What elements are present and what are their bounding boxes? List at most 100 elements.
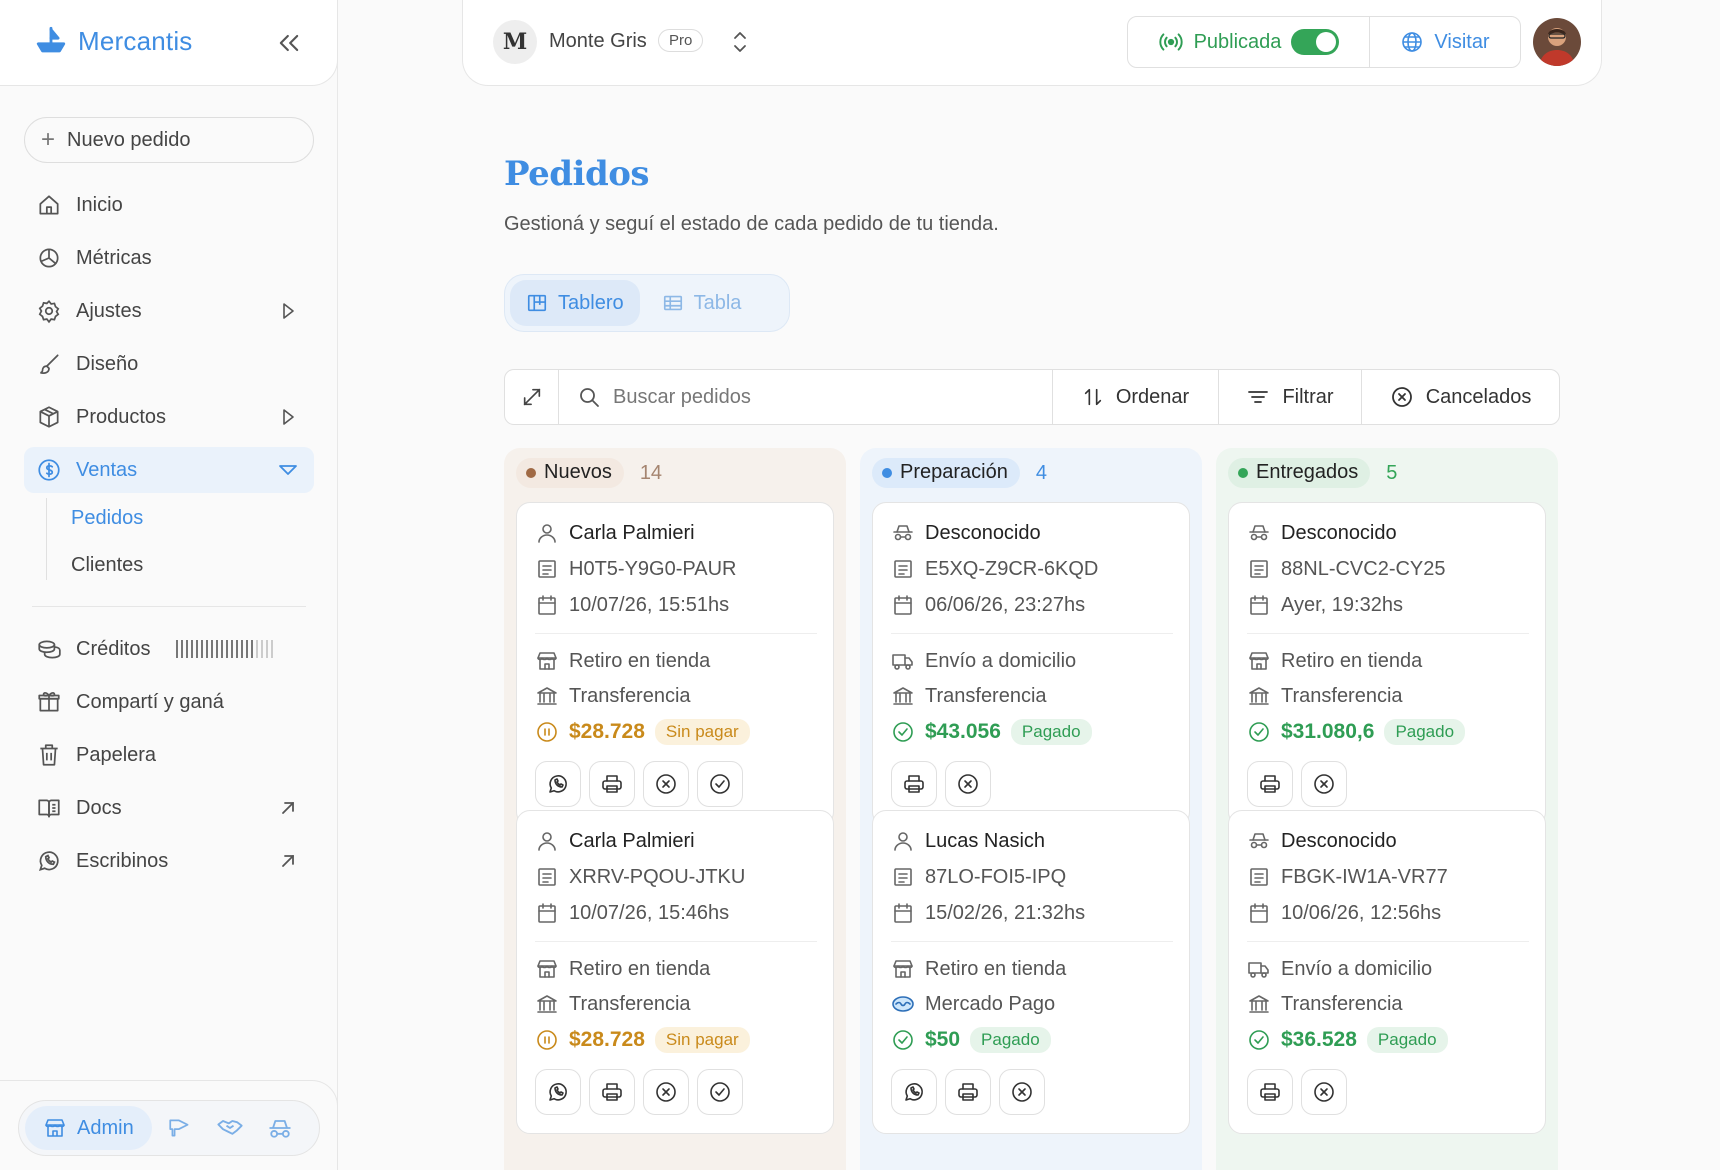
calendar-icon xyxy=(538,903,556,923)
order-card[interactable]: Desconocido 88NL-CVC2-CY25 Ayer, 19:32hs Re… xyxy=(1228,502,1546,826)
cancel-button[interactable] xyxy=(999,1069,1045,1115)
sidebar-item-label: Ajustes xyxy=(76,299,142,322)
collapse-sidebar-button[interactable] xyxy=(275,29,303,57)
sidebar-item-diseno[interactable]: Diseño xyxy=(24,341,314,387)
sidebar-item-ventas[interactable]: Ventas xyxy=(24,447,314,493)
sidebar-subitem-pedidos[interactable]: Pedidos xyxy=(71,507,143,530)
admin-mode-button[interactable]: Admin xyxy=(25,1106,152,1150)
sidebar-item-papelera[interactable]: Papelera xyxy=(24,732,314,778)
store-switcher-button[interactable] xyxy=(729,28,751,56)
printer-icon xyxy=(1260,775,1280,793)
brand-logo[interactable]: Mercantis xyxy=(34,24,193,58)
printer-button[interactable] xyxy=(945,1069,991,1115)
printer-button[interactable] xyxy=(589,761,635,807)
customer-row: Carla Palmieri xyxy=(535,829,695,853)
avatar-photo xyxy=(1533,18,1581,66)
printer-icon xyxy=(958,1083,978,1101)
coins-icon xyxy=(38,640,61,659)
order-date: 10/06/26, 12:56hs xyxy=(1281,901,1442,924)
sidebar-item-productos[interactable]: Productos xyxy=(24,394,314,440)
payment-method: Transferencia xyxy=(1281,684,1403,707)
check-circle-icon xyxy=(893,1030,913,1050)
whatsapp-button[interactable] xyxy=(535,1069,581,1115)
delivery-row: Retiro en tienda xyxy=(535,957,710,981)
column-count: 4 xyxy=(1035,461,1047,484)
order-card[interactable]: Desconocido FBGK-IW1A-VR77 10/06/26, 12:56… xyxy=(1228,810,1546,1134)
card-divider xyxy=(891,633,1173,634)
tab-tabla[interactable]: Tabla xyxy=(646,280,758,326)
credits-tick xyxy=(191,640,193,658)
check-button[interactable] xyxy=(697,1069,743,1115)
filter-button[interactable]: Filtrar xyxy=(1219,370,1362,424)
user-avatar[interactable] xyxy=(1533,18,1581,66)
incognito-mode-button[interactable] xyxy=(258,1106,302,1150)
sidebar-item-metricas[interactable]: Métricas xyxy=(24,235,314,281)
delivery-row: Envío a domicilio xyxy=(891,649,1076,673)
column-title-pill: Preparación xyxy=(872,458,1020,488)
sidebar-item-comparti[interactable]: Compartí y ganá xyxy=(24,679,314,725)
sort-button[interactable]: Ordenar xyxy=(1053,370,1219,424)
order-card[interactable]: Carla Palmieri XRRV-PQOU-JTKU 10/07/26, 15… xyxy=(516,810,834,1134)
sidebar-item-ajustes[interactable]: Ajustes xyxy=(24,288,314,334)
order-amount: $43.056 xyxy=(925,720,1001,743)
cancel-button[interactable] xyxy=(1301,761,1347,807)
card-divider xyxy=(1247,633,1529,634)
printer-button[interactable] xyxy=(1247,1069,1293,1115)
cancel-button[interactable] xyxy=(643,1069,689,1115)
search-input[interactable] xyxy=(613,385,1013,409)
cancel-button[interactable] xyxy=(643,761,689,807)
expand-button[interactable] xyxy=(505,370,559,424)
marketing-mode-button[interactable] xyxy=(158,1106,202,1150)
cancel-button[interactable] xyxy=(945,761,991,807)
order-amount: $28.728 xyxy=(569,1028,645,1051)
whatsapp-button[interactable] xyxy=(891,1069,937,1115)
order-date-row: 10/06/26, 12:56hs xyxy=(1247,901,1441,925)
order-amount: $50 xyxy=(925,1028,961,1051)
mercadopago-icon xyxy=(892,996,914,1012)
store-icon xyxy=(1249,652,1269,670)
order-card[interactable]: Desconocido E5XQ-Z9CR-6KQD 06/06/26, 23:27… xyxy=(872,502,1190,826)
payment-method: Transferencia xyxy=(1281,992,1403,1015)
sort-label: Ordenar xyxy=(1115,385,1190,408)
credits-tick xyxy=(221,640,223,658)
incognito-icon xyxy=(893,525,913,541)
store-logo[interactable]: M xyxy=(493,20,537,64)
admin-mode-label: Admin xyxy=(77,1116,134,1139)
sidebar-item-docs[interactable]: Docs xyxy=(24,785,314,831)
printer-button[interactable] xyxy=(589,1069,635,1115)
delivery-row: Retiro en tienda xyxy=(1247,649,1422,673)
order-code-row: 88NL-CVC2-CY25 xyxy=(1247,557,1446,581)
truck-icon xyxy=(1248,962,1269,978)
printer-button[interactable] xyxy=(1247,761,1293,807)
bank-icon xyxy=(537,687,557,705)
tab-tablero[interactable]: Tablero xyxy=(510,280,640,326)
publish-switch[interactable] xyxy=(1291,29,1340,55)
visit-store-button[interactable]: Visitar xyxy=(1370,17,1520,67)
check-circle-icon xyxy=(1249,1030,1269,1050)
sidebar-item-escribinos[interactable]: Escribinos xyxy=(24,838,314,884)
sidebar-subitem-clientes[interactable]: Clientes xyxy=(71,554,143,577)
new-order-button[interactable]: + Nuevo pedido xyxy=(24,117,314,163)
incognito-icon xyxy=(1249,525,1269,541)
receipt-icon xyxy=(894,560,912,578)
payment-row: Transferencia xyxy=(1247,684,1403,708)
payment-method: Transferencia xyxy=(569,992,691,1015)
column-header: Preparación 4 xyxy=(872,458,1047,488)
check-button[interactable] xyxy=(697,761,743,807)
publish-toggle[interactable]: Publicada xyxy=(1128,17,1370,67)
sidebar: Mercantis + Nuevo pedido Inicio Métricas… xyxy=(0,0,338,1170)
payment-status-badge: Pagado xyxy=(970,1027,1051,1053)
cancelled-button[interactable]: Cancelados xyxy=(1362,370,1559,424)
calendar-icon xyxy=(894,903,912,923)
cancel-button[interactable] xyxy=(1301,1069,1347,1115)
partners-mode-button[interactable] xyxy=(208,1106,252,1150)
column-preparacion: Preparación 4 Desconocido E5XQ-Z9CR-6KQD 06/… xyxy=(860,448,1202,1170)
delivery-method: Retiro en tienda xyxy=(569,649,711,672)
store-name[interactable]: Monte Gris xyxy=(549,30,647,53)
whatsapp-button[interactable] xyxy=(535,761,581,807)
order-card[interactable]: Carla Palmieri H0T5-Y9G0-PAUR 10/07/26, 15… xyxy=(516,502,834,826)
printer-button[interactable] xyxy=(891,761,937,807)
order-code: H0T5-Y9G0-PAUR xyxy=(569,557,737,580)
sidebar-item-inicio[interactable]: Inicio xyxy=(24,182,314,228)
order-card[interactable]: Lucas Nasich 87LO-FOI5-IPQ 15/02/26, 21:32… xyxy=(872,810,1190,1134)
